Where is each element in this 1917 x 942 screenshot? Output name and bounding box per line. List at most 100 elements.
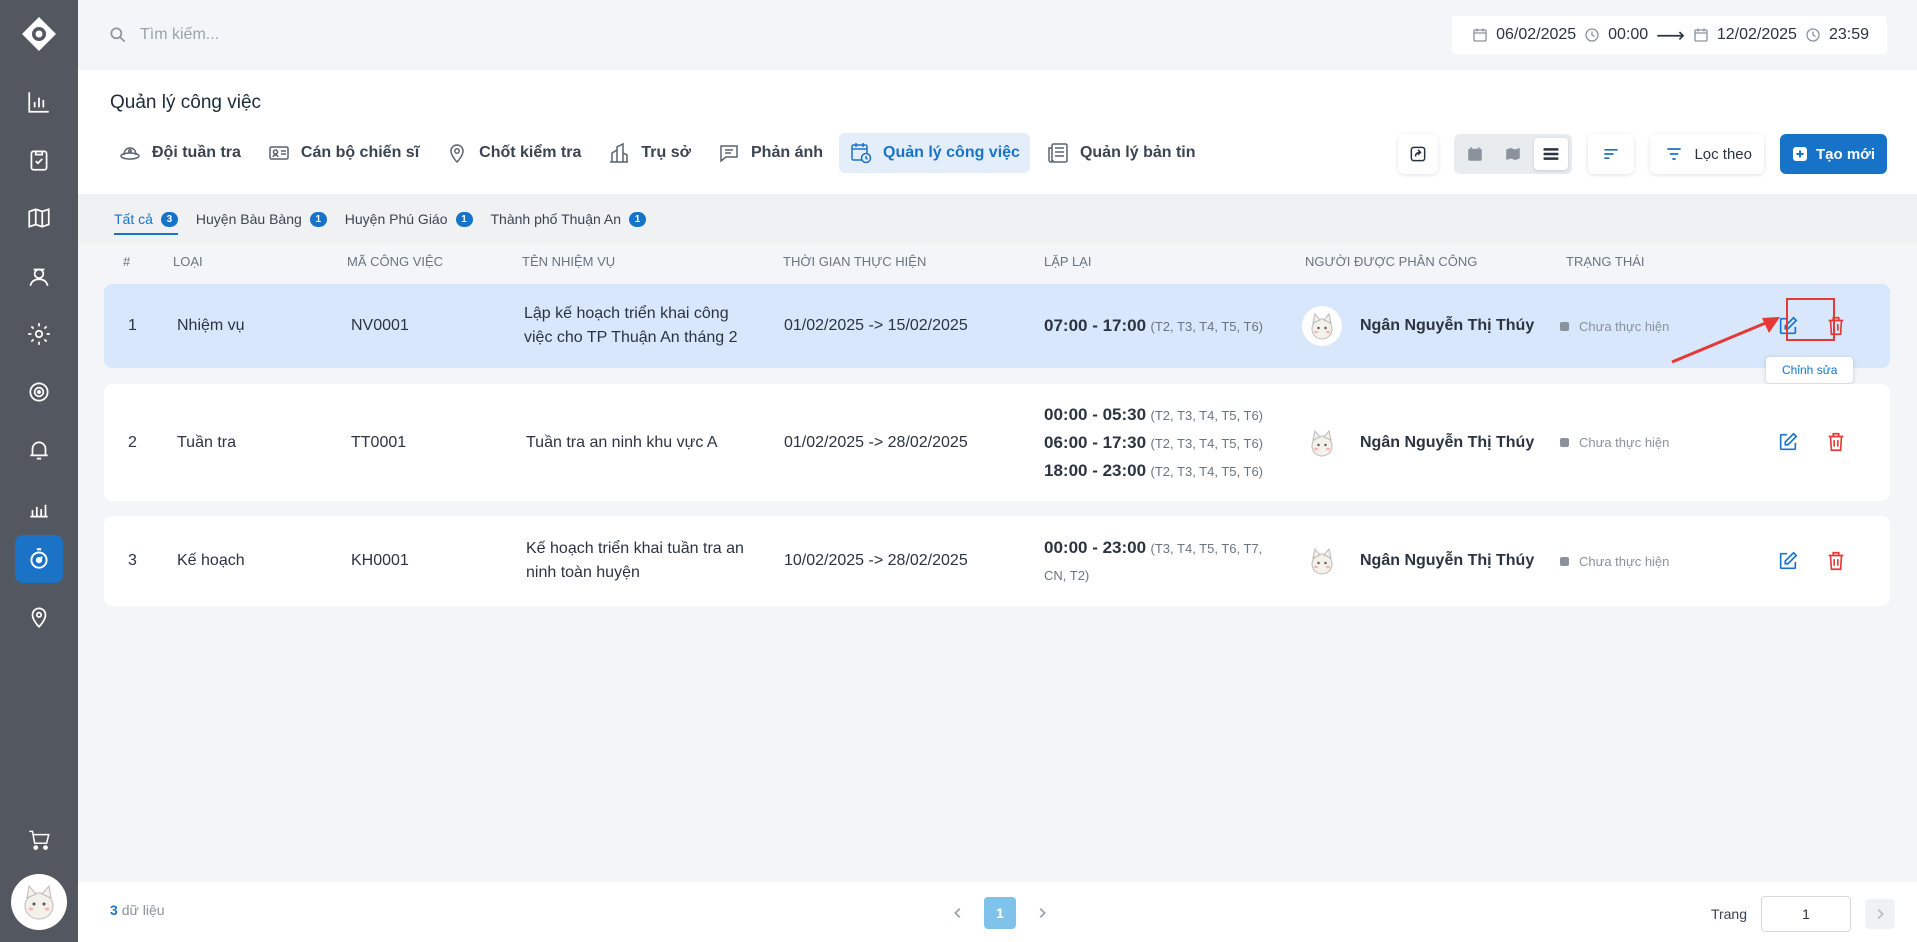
tab-quan-ly-ban-tin[interactable]: Quản lý bản tin xyxy=(1036,133,1206,173)
header-name[interactable]: Tên nhiệm vụ xyxy=(522,254,615,269)
tab-quan-ly-cong-viec[interactable]: Quản lý công việc xyxy=(839,133,1030,173)
subtab-label: Huyện Phú Giáo xyxy=(344,211,448,227)
row-task-name: Kế hoạch triển khai tuần tra an ninh toà… xyxy=(526,540,744,581)
row-period: 10/02/2025 -> 28/02/2025 xyxy=(784,552,968,569)
clock-icon xyxy=(1806,28,1820,42)
end-date[interactable]: 12/02/2025 xyxy=(1717,26,1797,44)
id-card-icon xyxy=(269,146,289,160)
sidebar-map-icon[interactable] xyxy=(15,194,63,242)
total-number: 3 xyxy=(110,902,118,918)
calendar-view-button[interactable] xyxy=(1458,138,1492,170)
list-view-button[interactable] xyxy=(1534,138,1569,170)
view-switcher xyxy=(1454,134,1573,174)
sidebar-officer-icon[interactable] xyxy=(15,252,63,300)
sort-button[interactable] xyxy=(1588,134,1635,174)
row-assignee: Ngân Nguyễn Thị Thúy xyxy=(1302,516,1534,606)
subtab-all[interactable]: Tất cả 3 xyxy=(114,194,178,244)
share-button[interactable] xyxy=(1398,134,1439,174)
filter-label: Lọc theo xyxy=(1694,145,1752,163)
sidebar-dashboard-icon[interactable] xyxy=(15,78,63,126)
row-task-name: Tuần tra an ninh khu vực A xyxy=(526,433,718,451)
edit-button[interactable] xyxy=(1773,546,1803,576)
sidebar-task-management-icon[interactable] xyxy=(15,535,63,583)
create-button[interactable]: Tạo mới xyxy=(1779,134,1887,174)
subtab-thuan-an[interactable]: Thành phố Thuận An 1 xyxy=(491,194,647,244)
calendar-clock-icon xyxy=(851,143,872,164)
status-dot-icon xyxy=(1560,438,1569,447)
sidebar-target-icon[interactable] xyxy=(15,368,63,416)
search-input[interactable] xyxy=(140,26,540,44)
schedule-time: 00:00 - 05:30 xyxy=(1044,404,1147,424)
app-logo-icon[interactable] xyxy=(20,15,58,53)
tab-can-bo-chien-si[interactable]: Cán bộ chiến sĩ xyxy=(257,133,429,173)
tab-label: Quản lý công việc xyxy=(883,144,1020,161)
top-bar: 06/02/2025 00:00 ⟶ 12/02/2025 23:59 xyxy=(78,0,1917,70)
prev-page-button[interactable] xyxy=(948,898,968,928)
sidebar-location-icon[interactable] xyxy=(15,593,63,641)
row-schedule: 07:00 - 17:00 (T2, T3, T4, T5, T6) xyxy=(1044,284,1284,368)
row-schedule: 00:00 - 05:30 (T2, T3, T4, T5, T6) 06:00… xyxy=(1044,384,1284,501)
goto-page-input[interactable] xyxy=(1761,896,1851,932)
subtab-bau-bang[interactable]: Huyện Bàu Bàng 1 xyxy=(196,194,327,244)
sidebar-alarm-icon[interactable] xyxy=(15,426,63,474)
goto-next-button[interactable] xyxy=(1865,899,1895,929)
sidebar-clipboard-icon[interactable] xyxy=(15,136,63,184)
assignee-name: Ngân Nguyễn Thị Thúy xyxy=(1360,552,1535,569)
assignee-name: Ngân Nguyễn Thị Thúy xyxy=(1360,317,1535,334)
header-assignee[interactable]: Người được phân công xyxy=(1305,254,1477,269)
calendar-icon xyxy=(1694,28,1708,42)
plus-icon xyxy=(1792,147,1807,161)
header-period[interactable]: Thời gian thực hiện xyxy=(783,254,926,269)
tab-label: Đội tuần tra xyxy=(152,144,241,161)
subtab-phu-giao[interactable]: Huyện Phú Giáo 1 xyxy=(345,194,473,244)
list-view-icon xyxy=(1543,148,1559,160)
table-header: # Loại Mã công việc Tên nhiệm vụ Thời gi… xyxy=(78,244,1917,278)
row-status: Chưa thực hiện xyxy=(1560,284,1669,368)
header-status[interactable]: Trạng thái xyxy=(1566,254,1645,269)
tab-tru-so[interactable]: Trụ sở xyxy=(597,133,701,173)
row-period: 01/02/2025 -> 28/02/2025 xyxy=(784,433,968,451)
main-content: Quản lý công việc Đội tuần tra Cán bộ ch… xyxy=(78,70,1917,942)
start-date[interactable]: 06/02/2025 xyxy=(1496,26,1576,44)
date-range-picker[interactable]: 06/02/2025 00:00 ⟶ 12/02/2025 23:59 xyxy=(1452,16,1887,54)
sidebar-cart-icon[interactable] xyxy=(15,816,63,864)
table-row[interactable]: 1 Nhiệm vụ NV0001 Lập kế hoạch triển kha… xyxy=(104,284,1890,368)
tab-chot-kiem-tra[interactable]: Chốt kiểm tra xyxy=(435,133,591,173)
filter-icon xyxy=(1667,148,1682,160)
user-avatar[interactable] xyxy=(11,874,67,930)
schedule-time: 07:00 - 17:00 xyxy=(1044,316,1147,335)
trash-icon xyxy=(1828,551,1844,571)
row-assignee: Ngân Nguyễn Thị Thúy xyxy=(1302,284,1534,368)
schedule-days: (T2, T3, T4, T5, T6) xyxy=(1150,435,1263,451)
header-type[interactable]: Loại xyxy=(173,254,203,269)
filter-button[interactable]: Lọc theo xyxy=(1650,134,1764,174)
calendar-view-icon xyxy=(1468,147,1483,161)
count-badge: 1 xyxy=(629,211,647,227)
sidebar-settings-icon[interactable] xyxy=(15,310,63,358)
next-page-button[interactable] xyxy=(1032,898,1052,928)
schedule-days: (T2, T3, T4, T5, T6) xyxy=(1150,463,1263,479)
edit-tooltip: Chỉnh sửa xyxy=(1766,357,1854,383)
toolbar: Lọc theo Tạo mới xyxy=(1398,134,1887,174)
delete-button[interactable] xyxy=(1821,427,1851,457)
delete-button[interactable] xyxy=(1821,546,1851,576)
tab-doi-tuan-tra[interactable]: Đội tuần tra xyxy=(108,133,251,173)
end-time[interactable]: 23:59 xyxy=(1829,26,1869,44)
start-time[interactable]: 00:00 xyxy=(1608,26,1648,44)
table-row[interactable]: 2 Tuần tra TT0001 Tuần tra an ninh khu v… xyxy=(104,384,1890,501)
header-repeat[interactable]: Lặp lại xyxy=(1044,254,1091,269)
header-code[interactable]: Mã công việc xyxy=(347,254,443,269)
map-view-button[interactable] xyxy=(1496,138,1530,170)
table-row[interactable]: 3 Kế hoạch KH0001 Kế hoạch triển khai tu… xyxy=(104,516,1890,606)
sidebar-stats-icon[interactable] xyxy=(15,484,63,532)
chat-icon xyxy=(720,145,738,163)
sort-icon xyxy=(1604,149,1619,159)
assignee-avatar xyxy=(1302,306,1342,346)
page-number-button[interactable]: 1 xyxy=(984,897,1016,929)
tab-phan-anh[interactable]: Phản ánh xyxy=(707,133,833,173)
count-badge: 1 xyxy=(309,211,327,227)
edit-button[interactable] xyxy=(1773,427,1803,457)
schedule-entry: 00:00 - 23:00 (T3, T4, T5, T6, T7, CN, T… xyxy=(1044,534,1284,589)
assignee-avatar xyxy=(1302,541,1342,581)
row-type: Kế hoạch xyxy=(177,552,245,569)
